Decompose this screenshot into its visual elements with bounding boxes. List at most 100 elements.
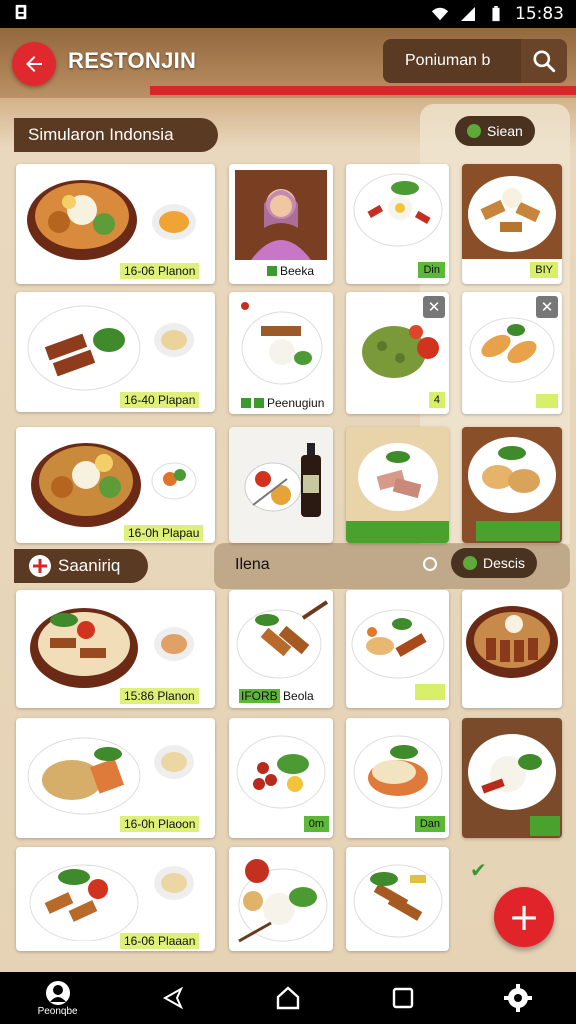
dish-label-text: Beola [283, 689, 314, 703]
dish-label: Peenugiun [237, 395, 328, 411]
dish-badge: 4 [428, 392, 445, 408]
profile-icon [45, 980, 70, 1005]
recents-icon [393, 987, 414, 1009]
dish-card[interactable]: ✕ [462, 292, 562, 414]
status-bar: 15:83 [0, 0, 576, 28]
leaf-icon [467, 124, 481, 138]
section-title-1: Simularon Indonsia [14, 118, 218, 152]
back-arrow-icon [26, 56, 42, 72]
back-triangle-icon [162, 986, 183, 1010]
dish-image [362, 325, 439, 378]
nav-back[interactable] [115, 972, 230, 1024]
add-button[interactable]: + [494, 887, 554, 947]
dish-badge [536, 394, 558, 408]
dish-image [30, 608, 194, 688]
dish-image [244, 443, 321, 517]
home-icon [276, 986, 300, 1010]
dish-card[interactable]: Peenugiun [229, 292, 333, 414]
dish-label: 15:86 Planon [120, 688, 199, 704]
dish-card[interactable] [346, 847, 449, 951]
dish-card[interactable]: 16-0h Plapau [16, 427, 215, 543]
dish-image [353, 735, 443, 809]
search-input[interactable]: Poniuman b [383, 39, 521, 83]
dish-label: 16-0h Plapau [124, 525, 204, 541]
dish-image [469, 317, 555, 383]
section-title-text: Saaniriq [58, 556, 121, 575]
menu-title: Ilena [235, 556, 270, 573]
dish-card[interactable]: Beeka [229, 164, 333, 284]
tag-icon [267, 266, 277, 276]
dish-card[interactable]: 15:86 Planon [16, 590, 215, 708]
wifi-icon [431, 7, 449, 21]
dish-label-prefix: IFORB [239, 689, 280, 703]
section-title-2: Saaniriq [14, 549, 148, 583]
dish-image [462, 164, 562, 259]
dish-card[interactable]: 0m [229, 718, 333, 838]
chip-label: Siean [487, 123, 523, 139]
dish-card[interactable] [229, 847, 333, 951]
dish-card[interactable]: IFORB Beola [229, 590, 333, 708]
dish-image [353, 864, 443, 938]
dish-image [29, 864, 194, 941]
green-footer [530, 816, 560, 836]
dish-card[interactable] [462, 718, 562, 838]
nav-profile[interactable]: Peonqbe [0, 972, 115, 1024]
person-image [235, 170, 327, 260]
dish-label-text: Peenugiun [267, 396, 325, 410]
dish-image [351, 609, 445, 679]
dish-image [27, 180, 196, 260]
bottom-nav: Peonqbe [0, 972, 576, 1024]
nav-settings[interactable] [461, 972, 576, 1024]
dish-badge: Din [418, 262, 445, 278]
search-button[interactable] [521, 39, 567, 83]
check-icon: ✔ [470, 860, 487, 882]
sim-icon [15, 4, 27, 19]
dish-card[interactable] [462, 427, 562, 543]
gear-icon [504, 984, 533, 1012]
dish-card[interactable] [229, 427, 333, 543]
nav-recents[interactable] [346, 972, 461, 1024]
radio-toggle[interactable] [423, 557, 437, 571]
filter-chip-1[interactable]: Siean [455, 116, 535, 146]
dish-image [466, 606, 558, 678]
leaf-icon [463, 556, 477, 570]
dish-image [241, 302, 323, 385]
dish-card[interactable]: 16-40 Plapan [16, 292, 215, 412]
dish-image [27, 305, 194, 391]
dish-card[interactable]: 16-06 Plaaan [16, 847, 215, 951]
dish-badge: BIY [530, 262, 558, 278]
dish-image [468, 437, 556, 513]
dish-image [238, 859, 328, 943]
dish-card[interactable]: BIY [462, 164, 562, 284]
clock: 15:83 [515, 4, 564, 24]
app-title: RESTONJIN [68, 48, 197, 73]
dish-card[interactable]: Dan [346, 718, 449, 838]
back-button[interactable] [12, 42, 56, 86]
dish-label: 16-0h Plaoon [120, 816, 200, 832]
dish-label: 16-40 Plapan [120, 392, 200, 408]
dish-image [468, 734, 556, 810]
dish-image [27, 737, 194, 815]
dish-card[interactable] [346, 590, 449, 708]
search-icon [533, 50, 556, 73]
dish-card[interactable]: Din [346, 164, 449, 284]
plus-icon: + [508, 895, 540, 939]
dish-card[interactable]: ✕ 4 [346, 292, 449, 414]
dish-card[interactable] [462, 590, 562, 708]
signal-icon [461, 7, 475, 21]
dish-image [31, 443, 197, 527]
dish-card[interactable]: 16-0h Plaoon [16, 718, 215, 838]
nav-home[interactable] [230, 972, 345, 1024]
tag-icon [254, 398, 264, 408]
battery-icon [492, 6, 500, 22]
header-stripe [150, 86, 576, 95]
dish-label-text: Beeka [280, 264, 315, 278]
green-footer [346, 521, 449, 543]
dish-label: IFORB Beola [235, 688, 318, 704]
dish-image [236, 600, 329, 679]
filter-chip-2[interactable]: Descis [451, 548, 538, 578]
dish-label: Beeka [263, 263, 318, 279]
dish-badge [415, 684, 445, 700]
dish-card[interactable] [346, 427, 449, 543]
dish-card[interactable]: 16-06 Planon [16, 164, 215, 284]
